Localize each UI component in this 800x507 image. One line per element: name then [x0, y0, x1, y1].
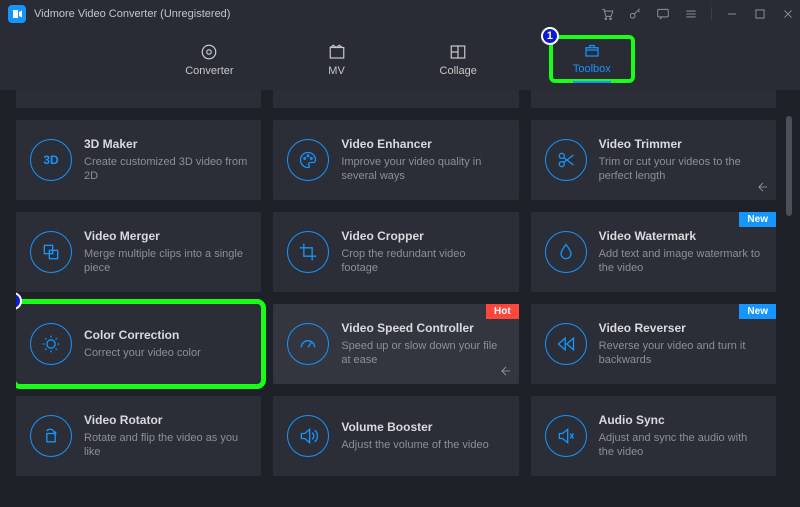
menu-icon[interactable] [683, 6, 699, 22]
crop-icon [287, 231, 329, 273]
3d-icon: 3D [30, 139, 72, 181]
app-icon [8, 5, 26, 23]
tool-desc: Adjust and sync the audio with the video [599, 431, 762, 460]
close-button[interactable] [780, 6, 796, 22]
scrollbar[interactable] [786, 116, 792, 216]
tool-desc: Adjust the volume of the video [341, 438, 488, 452]
audio-sync-icon [545, 415, 587, 457]
droplet-icon [545, 231, 587, 273]
nav-mv[interactable]: MV [306, 37, 368, 81]
tool-desc: Improve your video quality in several wa… [341, 155, 504, 184]
nav-label: MV [328, 65, 345, 77]
new-badge: New [739, 304, 776, 319]
tool-video-rotator[interactable]: Video Rotator Rotate and flip the video … [16, 396, 261, 476]
nav-collage[interactable]: Collage [420, 37, 497, 81]
tool-video-trimmer[interactable]: Video Trimmer Trim or cut your videos to… [531, 120, 776, 200]
toolbox-content: 3D 3D Maker Create customized 3D video f… [0, 90, 800, 507]
titlebar: Vidmore Video Converter (Unregistered) [0, 0, 800, 28]
nav-label: Toolbox [573, 63, 611, 75]
nav-toolbox[interactable]: 1 Toolbox [549, 35, 635, 83]
tool-title: Volume Booster [341, 420, 488, 434]
tool-card-stub[interactable] [531, 90, 776, 108]
sun-icon [30, 323, 72, 365]
window-controls [599, 0, 796, 28]
tool-title: Video Speed Controller [341, 321, 504, 335]
tool-title: Video Reverser [599, 321, 762, 335]
tool-desc: Create customized 3D video from 2D [84, 155, 247, 184]
maximize-button[interactable] [752, 6, 768, 22]
tool-desc: Rotate and flip the video as you like [84, 431, 247, 460]
tool-title: Video Watermark [599, 229, 762, 243]
tool-video-enhancer[interactable]: Video Enhancer Improve your video qualit… [273, 120, 518, 200]
merge-icon [30, 231, 72, 273]
minimize-button[interactable] [724, 6, 740, 22]
tool-video-cropper[interactable]: Video Cropper Crop the redundant video f… [273, 212, 518, 292]
key-icon[interactable] [627, 6, 643, 22]
nav-converter[interactable]: Converter [165, 37, 253, 81]
app-title: Vidmore Video Converter (Unregistered) [34, 8, 230, 20]
tool-video-merger[interactable]: Video Merger Merge multiple clips into a… [16, 212, 261, 292]
cart-icon[interactable] [599, 6, 615, 22]
scissors-icon [545, 139, 587, 181]
tool-card-stub[interactable] [273, 90, 518, 108]
pin-icon[interactable] [499, 364, 513, 378]
tool-color-correction[interactable]: 2 Color Correction Correct your video co… [16, 304, 261, 384]
tool-title: Audio Sync [599, 413, 762, 427]
nav-label: Collage [440, 65, 477, 77]
divider [711, 7, 712, 21]
tool-3d-maker[interactable]: 3D 3D Maker Create customized 3D video f… [16, 120, 261, 200]
tool-desc: Crop the redundant video footage [341, 247, 504, 276]
gauge-icon [287, 323, 329, 365]
tool-title: Video Trimmer [599, 137, 762, 151]
scroll-area: 3D 3D Maker Create customized 3D video f… [16, 90, 776, 507]
tool-video-watermark[interactable]: New Video Watermark Add text and image w… [531, 212, 776, 292]
tool-desc: Merge multiple clips into a single piece [84, 247, 247, 276]
rotate-icon [30, 415, 72, 457]
tool-card-stub[interactable] [16, 90, 261, 108]
palette-icon [287, 139, 329, 181]
tool-title: Video Enhancer [341, 137, 504, 151]
tool-desc: Speed up or slow down your file at ease [341, 339, 504, 368]
tool-volume-booster[interactable]: Volume Booster Adjust the volume of the … [273, 396, 518, 476]
tool-audio-sync[interactable]: Audio Sync Adjust and sync the audio wit… [531, 396, 776, 476]
tool-desc: Reverse your video and turn it backwards [599, 339, 762, 368]
tool-title: Video Rotator [84, 413, 247, 427]
tool-video-speed[interactable]: Hot Video Speed Controller Speed up or s… [273, 304, 518, 384]
nav-label: Converter [185, 65, 233, 77]
tool-title: 3D Maker [84, 137, 247, 151]
tool-title: Video Merger [84, 229, 247, 243]
new-badge: New [739, 212, 776, 227]
callout-1: 1 [541, 27, 559, 45]
volume-icon [287, 415, 329, 457]
pin-icon[interactable] [756, 180, 770, 194]
rewind-icon [545, 323, 587, 365]
tool-desc: Correct your video color [84, 346, 201, 360]
tool-video-reverser[interactable]: New Video Reverser Reverse your video an… [531, 304, 776, 384]
main-nav: Converter MV Collage 1 Toolbox [0, 28, 800, 90]
tool-desc: Add text and image watermark to the vide… [599, 247, 762, 276]
tool-desc: Trim or cut your videos to the perfect l… [599, 155, 762, 184]
feedback-icon[interactable] [655, 6, 671, 22]
tool-title: Color Correction [84, 328, 201, 342]
callout-2: 2 [16, 292, 22, 310]
hot-badge: Hot [486, 304, 519, 319]
tool-title: Video Cropper [341, 229, 504, 243]
